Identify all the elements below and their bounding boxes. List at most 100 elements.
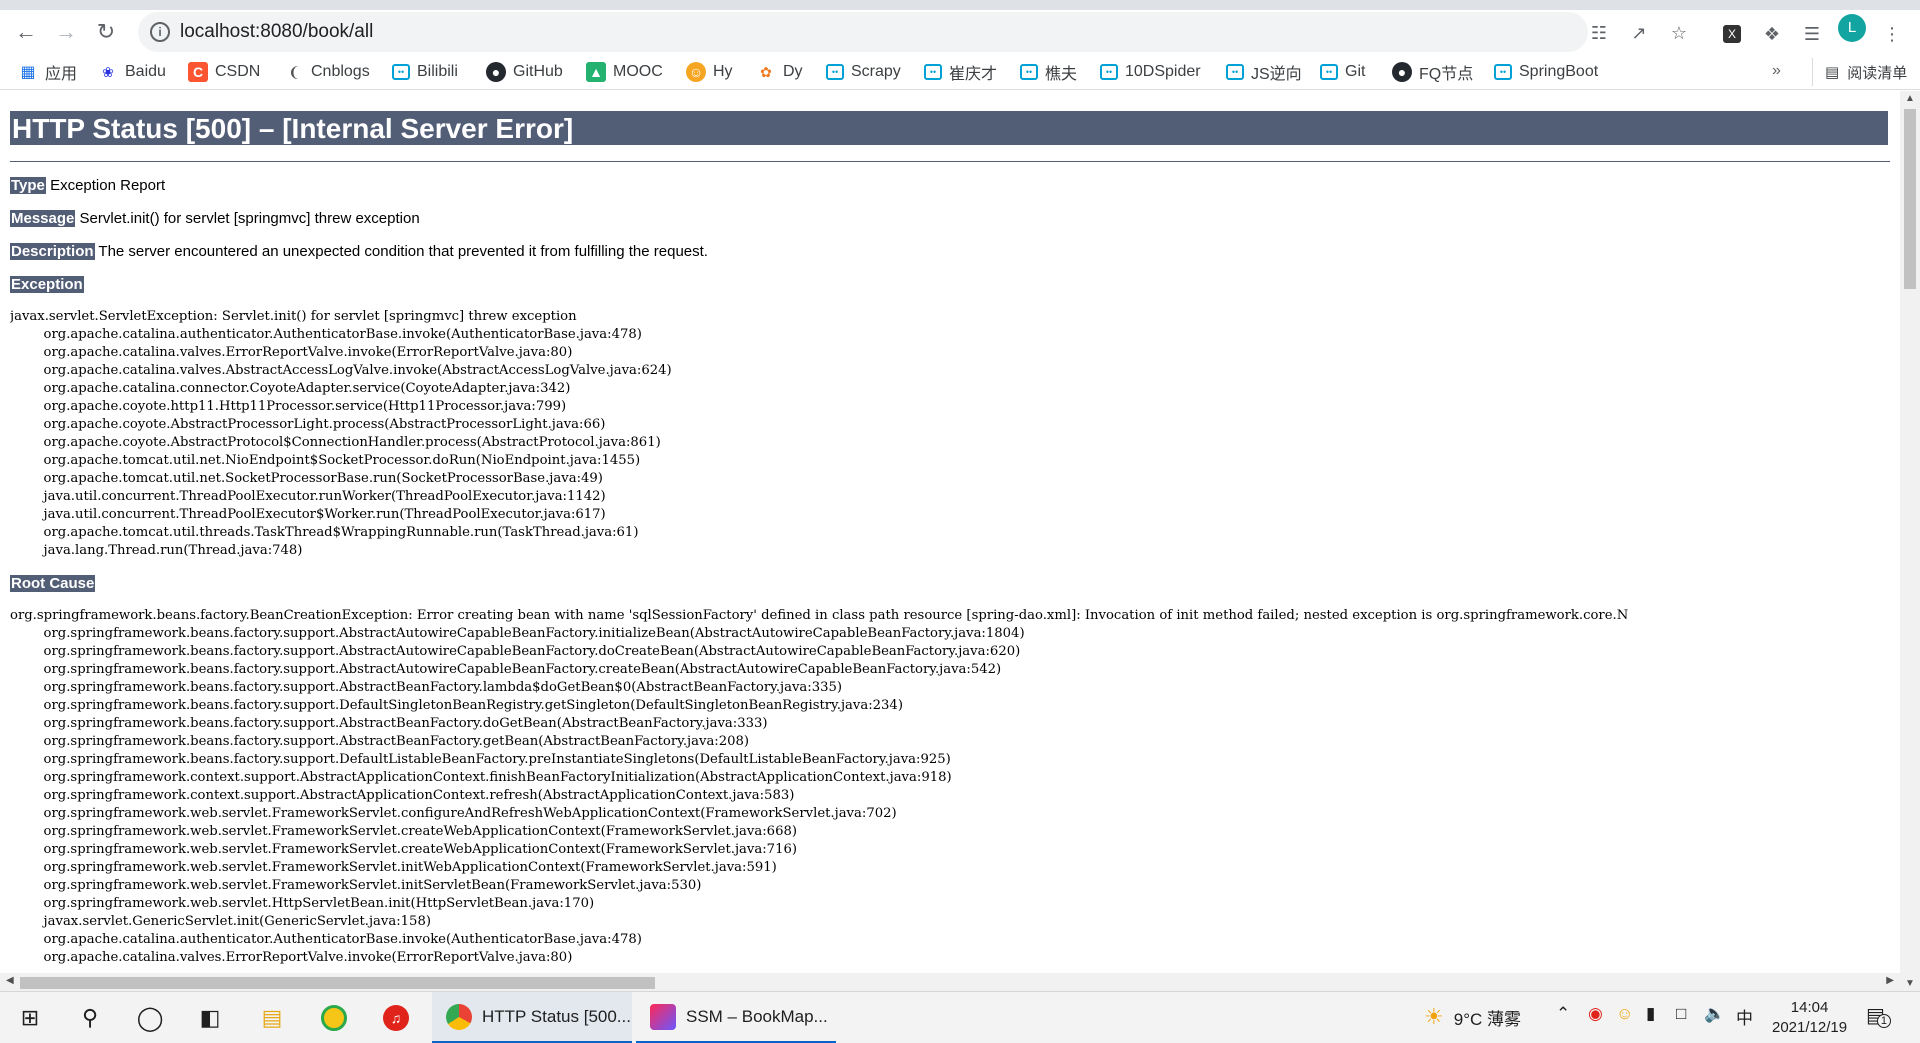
address-bar[interactable]: i localhost:8080/book/all ☷ ↗ ☆ [138, 12, 1687, 52]
type-label: Type [10, 177, 46, 194]
file-explorer-icon[interactable]: ▤ [256, 1002, 288, 1034]
page-viewport: HTTP Status [500] – [Internal Server Err… [0, 91, 1920, 991]
bookmark-github[interactable]: ● GitHub [486, 58, 563, 86]
bookmark-scrapy[interactable]: •• Scrapy [826, 58, 901, 86]
huya-icon: ☺ [686, 62, 706, 82]
douyu-icon: ✿ [760, 63, 772, 80]
bilibili-icon: •• [924, 64, 942, 80]
csdn-icon: C [188, 62, 208, 82]
type-value: Exception Report [50, 177, 166, 194]
volume-icon[interactable]: 🔈 [1704, 1004, 1725, 1024]
site-info-icon[interactable]: i [150, 22, 170, 42]
bookmark-cuiqingcai[interactable]: •• 崔庆才 [924, 58, 997, 86]
tray-netease-icon[interactable]: ◉ [1588, 1004, 1603, 1024]
bilibili-icon: •• [392, 64, 410, 80]
message-value: Servlet.init() for servlet [springmvc] t… [79, 210, 420, 227]
root-cause-row: Root Cause [10, 574, 1890, 593]
system-clock[interactable]: 14:04 2021/12/19 [1772, 998, 1847, 1038]
search-icon[interactable]: ⚲ [74, 1002, 106, 1034]
bookmark-git[interactable]: •• Git [1320, 58, 1365, 86]
bookmarks-overflow-button[interactable]: » [1772, 62, 1781, 80]
tray-overflow-icon[interactable]: ⌃ [1556, 1004, 1570, 1024]
scroll-down-arrow-icon[interactable]: ▼ [1905, 978, 1915, 989]
network-icon[interactable]: □ [1676, 1004, 1686, 1024]
netease-music-icon[interactable]: ♫ [380, 1002, 412, 1034]
scroll-right-arrow-icon[interactable]: ▶ [1886, 975, 1894, 986]
bilibili-icon: •• [1100, 64, 1118, 80]
github-icon: ● [1392, 62, 1412, 82]
bookmark-apps[interactable]: ▦ 应用 [18, 58, 77, 86]
bookmark-baidu[interactable]: ❀ Baidu [98, 58, 166, 86]
more-menu-icon[interactable]: ⋮ [1878, 20, 1906, 48]
tray-qq-icon[interactable]: ☺ [1616, 1004, 1633, 1024]
bookmark-qiaofu[interactable]: •• 樵夫 [1020, 58, 1077, 86]
reload-icon[interactable]: ↻ [88, 14, 124, 50]
translate-icon[interactable]: ☷ [1586, 20, 1612, 46]
vertical-scrollbar[interactable]: ▲ ▼ [1900, 91, 1920, 991]
taskbar: ⊞ ⚲ ◯ ◧ ▤ ♫ HTTP Status [500... SSM – Bo… [0, 991, 1920, 1043]
extension-x-icon[interactable]: X [1718, 20, 1746, 48]
bookmark-mooc[interactable]: ▲ MOOC [586, 58, 663, 86]
divider [10, 161, 1890, 162]
taskbar-app-chrome[interactable]: HTTP Status [500... [432, 992, 632, 1043]
scroll-left-arrow-icon[interactable]: ◀ [6, 975, 14, 986]
horizontal-scroll-thumb[interactable] [20, 977, 655, 989]
root-cause-label: Root Cause [10, 575, 96, 592]
notification-count: 1 [1876, 1014, 1891, 1028]
horizontal-scrollbar[interactable]: ◀ ▶ [0, 973, 1900, 991]
weather-widget[interactable]: ☀ 9°C 薄雾 [1424, 1004, 1521, 1030]
extensions-puzzle-icon[interactable]: ❖ [1758, 20, 1786, 48]
taskbar-app-intellij[interactable]: SSM – BookMap... [636, 992, 836, 1043]
bookmark-10dspider[interactable]: •• 10DSpider [1100, 58, 1201, 86]
clock-date: 2021/12/19 [1772, 1019, 1848, 1036]
root-cause-stack-trace: org.springframework.beans.factory.BeanCr… [10, 608, 1629, 965]
message-label: Message [10, 210, 76, 227]
task-view-icon[interactable]: ◧ [194, 1002, 226, 1034]
url-text[interactable]: localhost:8080/book/all [180, 21, 373, 43]
description-label: Description [10, 243, 95, 260]
share-icon[interactable]: ↗ [1626, 20, 1652, 46]
bookmark-fq-node[interactable]: ● FQ节点 [1392, 58, 1473, 86]
windows-start-icon[interactable]: ⊞ [14, 1002, 46, 1034]
bookmark-csdn[interactable]: C CSDN [188, 58, 260, 86]
chrome-icon [446, 1003, 472, 1030]
description-value: The server encountered an unexpected con… [98, 243, 708, 260]
baidu-paw-icon: ❀ [102, 63, 114, 80]
weather-sun-icon: ☀ [1424, 1004, 1444, 1029]
type-row: Type Exception Report [10, 176, 1890, 195]
bookmarks-bar: ▦ 应用 ❀ Baidu C CSDN ❨ Cnblogs •• Bilibili ● Gi… [0, 54, 1920, 90]
bookmark-hy[interactable]: ☺ Hy [686, 58, 733, 86]
page-title: HTTP Status [500] – [Internal Server Err… [10, 111, 1888, 145]
profile-avatar[interactable]: L [1838, 14, 1866, 42]
exception-label: Exception [10, 276, 84, 293]
bilibili-icon: •• [1494, 64, 1512, 80]
bookmark-bilibili[interactable]: •• Bilibili [392, 58, 458, 86]
bookmark-cnblogs[interactable]: ❨ Cnblogs [284, 58, 370, 86]
reading-list-button[interactable]: ▤ 阅读清单 [1812, 58, 1907, 86]
error-page: HTTP Status [500] – [Internal Server Err… [10, 91, 1890, 967]
forward-arrow-icon[interactable]: → [48, 14, 84, 50]
bookmark-js-reverse[interactable]: •• JS逆向 [1226, 58, 1302, 86]
bookmark-dy[interactable]: ✿ Dy [756, 58, 802, 86]
notification-center-icon[interactable]: ▤ 1 [1866, 1002, 1891, 1028]
exception-row: Exception [10, 275, 1890, 294]
cortana-icon[interactable]: ◯ [134, 1002, 166, 1034]
bilibili-icon: •• [1226, 64, 1244, 80]
mooc-icon: ▲ [586, 62, 606, 82]
apps-grid-icon: ▦ [20, 64, 36, 81]
bookmark-star-icon[interactable]: ☆ [1666, 20, 1692, 46]
app-green-icon[interactable] [318, 1002, 350, 1034]
reading-list-icon: ▤ [1825, 64, 1840, 81]
cnblogs-icon: ❨ [288, 63, 300, 80]
ime-indicator[interactable]: 中 [1736, 1004, 1753, 1029]
vertical-scroll-thumb[interactable] [1904, 109, 1916, 289]
back-arrow-icon[interactable]: ← [8, 14, 44, 50]
battery-icon[interactable]: ▮ [1646, 1004, 1655, 1024]
scroll-up-arrow-icon[interactable]: ▲ [1905, 93, 1915, 104]
media-queue-icon[interactable]: ☰ [1798, 20, 1826, 48]
bilibili-icon: •• [826, 64, 844, 80]
description-row: Description The server encountered an un… [10, 242, 1890, 261]
github-icon: ● [486, 62, 506, 82]
bilibili-icon: •• [1020, 64, 1038, 80]
bookmark-springboot[interactable]: •• SpringBoot [1494, 58, 1598, 86]
